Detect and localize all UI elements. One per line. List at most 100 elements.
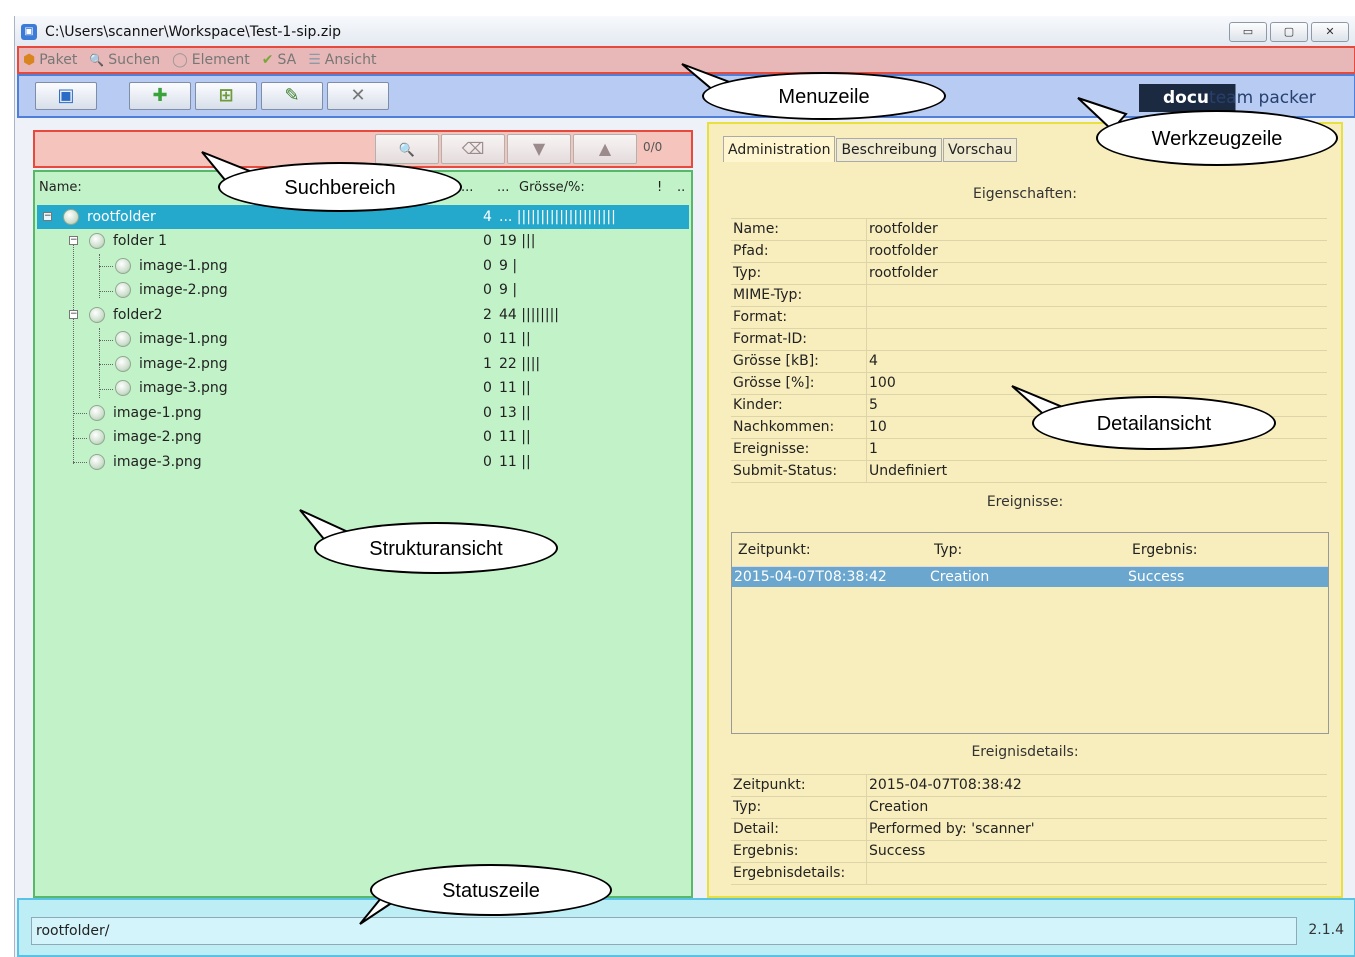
property-value[interactable]: 4 — [867, 351, 1327, 372]
events-col-time[interactable]: Zeitpunkt: — [732, 533, 928, 566]
tab-vorschau[interactable]: Vorschau — [943, 138, 1018, 162]
event-detail-value[interactable]: Performed by: 'scanner' — [867, 819, 1327, 840]
tree-item-size: ... ||||||||||||||||||||| — [499, 209, 616, 225]
property-value[interactable]: rootfolder — [867, 263, 1327, 284]
previous-result-button[interactable]: ▲ — [573, 134, 637, 164]
file-node-icon — [115, 258, 131, 274]
column-dots-1[interactable]: ... — [461, 180, 473, 195]
property-value[interactable]: rootfolder — [867, 241, 1327, 262]
property-row: Grösse [kB]: 4 — [731, 351, 1327, 373]
property-key: Format: — [731, 307, 867, 328]
property-value[interactable] — [867, 329, 1327, 350]
property-value[interactable]: Undefiniert — [867, 461, 1327, 482]
tab-beschreibung[interactable]: Beschreibung — [836, 138, 943, 162]
column-name[interactable]: Name: — [39, 180, 82, 195]
events-title: Ereignisse: — [986, 494, 1064, 510]
event-detail-value[interactable]: Success — [867, 841, 1327, 862]
file-node-icon — [115, 282, 131, 298]
property-row: Name: rootfolder — [731, 219, 1327, 241]
menu-element[interactable]: ◯ Element — [172, 52, 250, 68]
tree-item-size: 44 |||||||| — [499, 307, 559, 323]
property-row: Typ: rootfolder — [731, 263, 1327, 285]
status-bar: rootfolder/ 2.1.4 — [17, 898, 1355, 957]
property-value[interactable] — [867, 307, 1327, 328]
events-col-type[interactable]: Typ: — [928, 533, 1126, 566]
clear-search-button[interactable]: ⌫ — [441, 134, 505, 164]
collapse-icon[interactable]: − — [69, 236, 78, 245]
tree-row[interactable]: image-3.png 0 11 || — [37, 450, 689, 474]
tree-item-count: 4 — [483, 209, 492, 225]
event-detail-value[interactable]: 2015-04-07T08:38:42 — [867, 775, 1327, 796]
maximize-button[interactable]: ▢ — [1270, 22, 1308, 42]
property-row: MIME-Typ: — [731, 285, 1327, 307]
menu-suchen[interactable]: 🔍 Suchen — [89, 52, 160, 68]
tree-row[interactable]: image-2.png 0 11 || — [37, 425, 689, 449]
folder-node-icon — [89, 307, 105, 323]
add-element-button[interactable]: ✚ — [129, 82, 191, 110]
event-detail-key: Typ: — [731, 797, 867, 818]
menu-ansicht[interactable]: ☰ Ansicht — [308, 52, 376, 68]
app-icon: ▣ — [21, 24, 37, 40]
column-dots-3[interactable]: .. — [677, 180, 685, 195]
edit-button[interactable]: ✎ — [261, 82, 323, 110]
folder-node-icon — [89, 233, 105, 249]
menu-paket[interactable]: ⬢ Paket — [23, 52, 77, 68]
tree-item-name: image-2.png — [139, 282, 228, 298]
tree-item-count: 2 — [483, 307, 492, 323]
tree-row[interactable]: − folder2 2 44 |||||||| — [37, 303, 689, 327]
event-row[interactable]: 2015-04-07T08:38:42 Creation Success — [732, 567, 1328, 587]
event-detail-row: Ergebnis: Success — [731, 841, 1327, 863]
delete-button[interactable]: ✕ — [327, 82, 389, 110]
tree-row[interactable]: image-3.png 0 11 || — [37, 376, 689, 400]
property-value[interactable]: rootfolder — [867, 219, 1327, 240]
column-size[interactable]: Grösse/%: — [519, 180, 585, 195]
tree-item-size: 11 || — [499, 331, 531, 347]
tree-item-name: image-1.png — [139, 331, 228, 347]
events-table[interactable]: Zeitpunkt: Typ: Ergebnis: 2015-04-07T08:… — [731, 532, 1329, 734]
tree-item-count: 0 — [483, 429, 492, 445]
tree-item-name: image-1.png — [113, 405, 202, 421]
event-detail-value[interactable]: Creation — [867, 797, 1327, 818]
event-time: 2015-04-07T08:38:42 — [734, 569, 887, 585]
property-row: Submit-Status: Undefiniert — [731, 461, 1327, 483]
plus-icon: ✚ — [152, 85, 168, 106]
add-folder-button[interactable]: ⊞ — [195, 82, 257, 110]
event-type: Creation — [930, 569, 990, 585]
tree-item-size: 22 |||| — [499, 356, 541, 372]
tree-row[interactable]: image-1.png 0 11 || — [37, 327, 689, 351]
events-col-result[interactable]: Ergebnis: — [1126, 533, 1328, 566]
tree-row[interactable]: image-1.png 0 13 || — [37, 401, 689, 425]
tree-item-name: image-2.png — [139, 356, 228, 372]
property-value[interactable]: 100 — [867, 373, 1327, 394]
tree-item-name: folder 1 — [113, 233, 167, 249]
callout-menuzeile: Menuzeile — [702, 72, 946, 120]
column-dots-2[interactable]: ... — [497, 180, 509, 195]
next-result-button[interactable]: ▼ — [507, 134, 571, 164]
event-detail-key: Ergebnisdetails: — [731, 863, 867, 884]
search-button[interactable]: 🔍 — [375, 134, 439, 164]
save-button[interactable]: ▣ — [35, 82, 97, 110]
tree-row[interactable]: − folder 1 0 19 ||| — [37, 229, 689, 253]
tab-administration[interactable]: Administration — [723, 136, 836, 162]
file-node-icon — [89, 454, 105, 470]
property-value[interactable] — [867, 285, 1327, 306]
menu-element-label: Element — [191, 52, 250, 68]
collapse-icon[interactable]: − — [43, 212, 52, 221]
tree-row[interactable]: image-2.png 1 22 |||| — [37, 352, 689, 376]
window-title: C:\Users\scanner\Workspace\Test-1-sip.zi… — [45, 24, 341, 40]
event-detail-value[interactable] — [867, 863, 1327, 884]
minimize-button[interactable]: ▭ — [1229, 22, 1267, 42]
tree-item-size: 11 || — [499, 429, 531, 445]
menu-sa[interactable]: ✔ SA — [262, 52, 296, 68]
status-path-field[interactable]: rootfolder/ — [31, 917, 1297, 945]
callout-statuszeile: Statuszeile — [370, 864, 612, 916]
add-folder-icon: ⊞ — [218, 85, 234, 106]
tree-row[interactable]: image-1.png 0 9 | — [37, 254, 689, 278]
property-key: Submit-Status: — [731, 461, 867, 482]
collapse-icon[interactable]: − — [69, 310, 78, 319]
tree-row[interactable]: image-2.png 0 9 | — [37, 278, 689, 302]
detail-tabs: Administration Beschreibung Vorschau — [723, 136, 1018, 162]
column-exclamation[interactable]: ! — [657, 180, 662, 195]
close-window-button[interactable]: ✕ — [1311, 22, 1349, 42]
delete-icon: ✕ — [350, 85, 366, 106]
